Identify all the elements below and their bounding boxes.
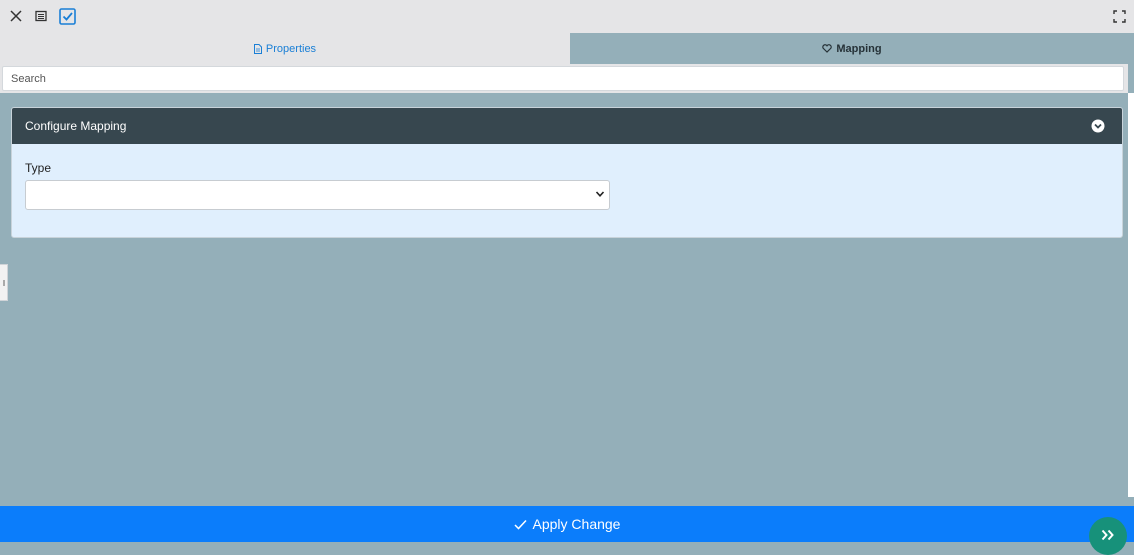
select-mode-button[interactable]: [57, 6, 77, 26]
form-view-button[interactable]: [31, 6, 51, 26]
tab-properties-label: Properties: [265, 42, 317, 55]
configure-mapping-panel: Configure Mapping Type: [11, 107, 1123, 238]
fullscreen-button[interactable]: [1109, 6, 1129, 26]
grip-icon: [2, 279, 5, 286]
expand-fab-button[interactable]: [1089, 517, 1127, 555]
tab-properties[interactable]: Properties: [0, 33, 570, 64]
scrollbar[interactable]: [1128, 93, 1134, 497]
double-chevron-right-icon: [1101, 529, 1114, 541]
search-bar: [0, 64, 1128, 93]
tab-mapping-label: Mapping: [836, 42, 882, 55]
heart-icon: [822, 44, 833, 53]
apply-change-button[interactable]: Apply Change: [0, 506, 1134, 542]
chevron-circle-down-icon[interactable]: [1091, 119, 1105, 133]
close-icon: [10, 10, 22, 22]
type-select[interactable]: [25, 180, 610, 210]
document-icon: [253, 43, 262, 54]
checkbox-icon: [58, 7, 76, 25]
panel-header[interactable]: Configure Mapping: [12, 108, 1122, 144]
tab-bar: Properties Mapping: [0, 33, 1134, 64]
tab-mapping[interactable]: Mapping: [570, 33, 1134, 64]
top-toolbar: [0, 0, 1134, 33]
resize-handle[interactable]: [0, 264, 8, 301]
close-button[interactable]: [6, 6, 26, 26]
panel-title: Configure Mapping: [25, 119, 127, 133]
form-icon: [35, 10, 47, 22]
check-icon: [513, 519, 527, 530]
search-input[interactable]: [2, 66, 1124, 91]
chevron-down-icon: [595, 191, 605, 197]
apply-change-label: Apply Change: [532, 516, 621, 532]
fullscreen-icon: [1112, 9, 1126, 23]
type-field-label: Type: [25, 161, 52, 175]
